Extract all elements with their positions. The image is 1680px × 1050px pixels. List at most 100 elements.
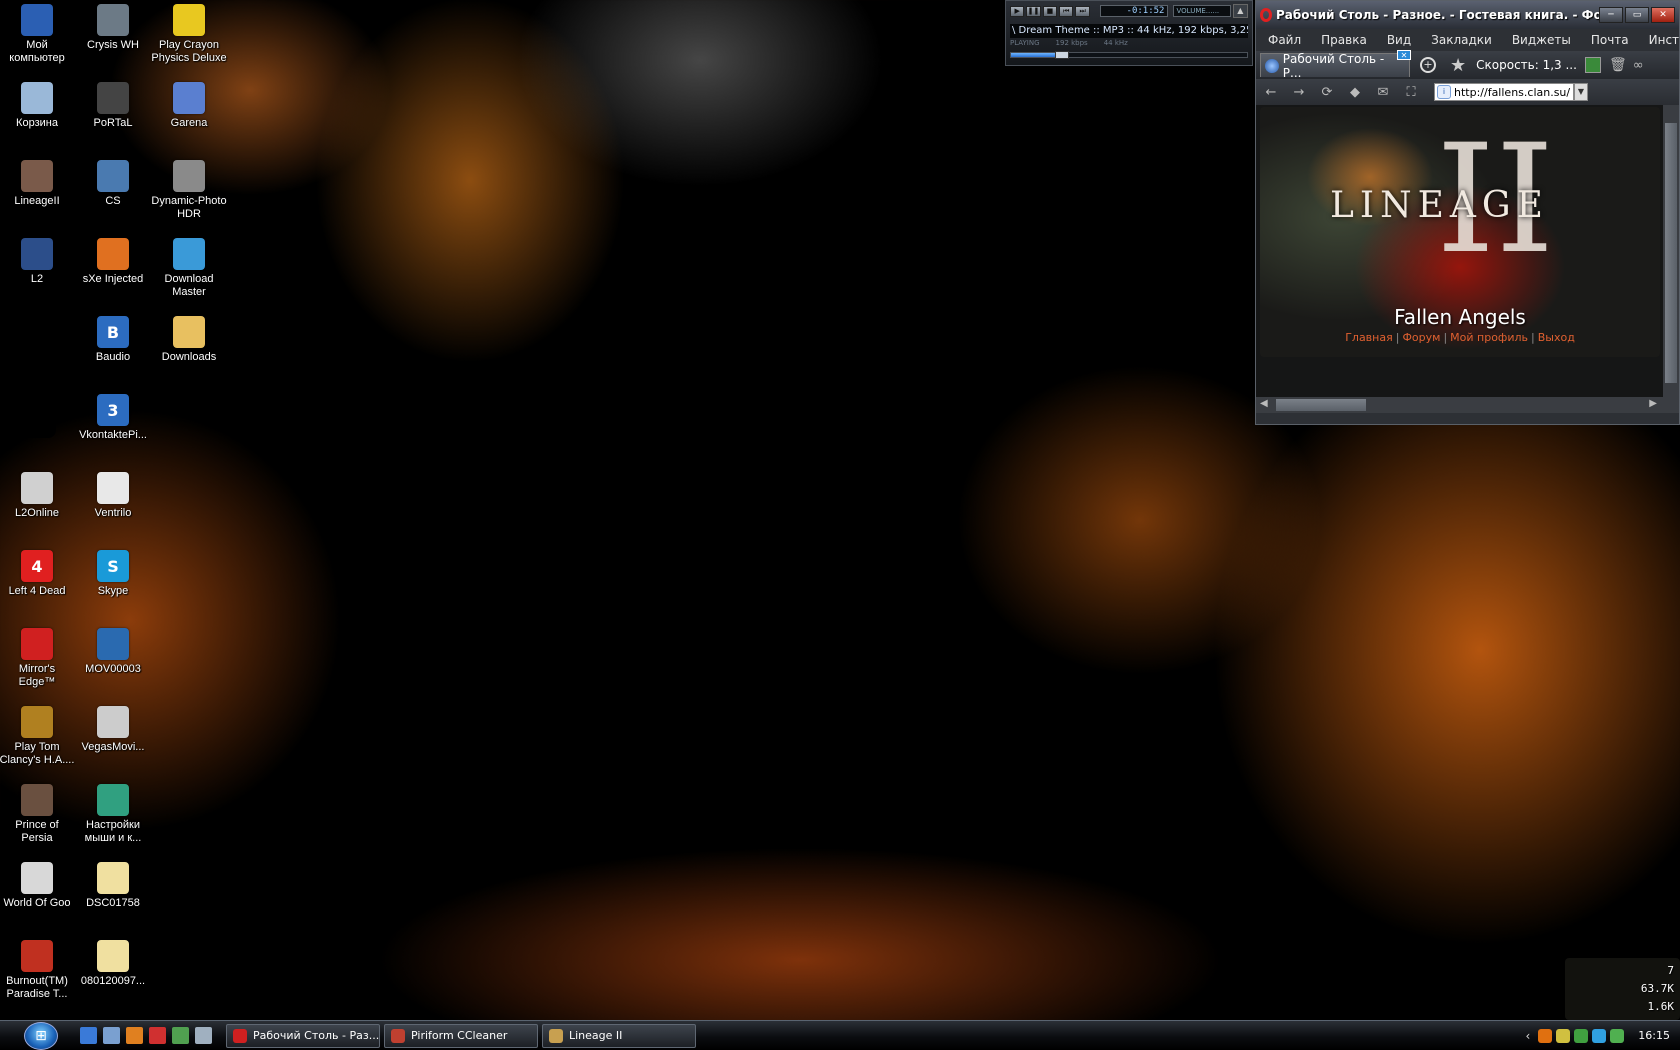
desktop-icon[interactable]: Play Crayon Physics Deluxe [151, 0, 227, 65]
quick-launch-icon[interactable] [172, 1027, 189, 1044]
speed-indicator[interactable]: Скорость: 1,3 ... [1476, 58, 1577, 72]
desktop-icon[interactable]: Garena [151, 78, 227, 130]
desktop-icon[interactable]: sXe Injected [75, 234, 151, 286]
browser-titlebar[interactable]: Рабочий Столь - Разное. - Гостевая книга… [1256, 1, 1679, 29]
maximize-button[interactable]: ▭ [1625, 7, 1649, 23]
desktop-icon[interactable]: L2Online [0, 468, 75, 520]
desktop-icon[interactable]: Play Tom Clancy's H.A.... [0, 702, 75, 767]
menu-view[interactable]: Вид [1377, 33, 1421, 47]
minimize-button[interactable]: ─ [1599, 7, 1623, 23]
media-player[interactable]: ▶ ❚❚ ■ ⏮ ⏭ -0:1:52 VOLUME...... ▲ \ Drea… [1005, 0, 1253, 66]
scroll-right-icon[interactable]: ▶ [1649, 398, 1657, 409]
quick-launch-icon[interactable] [103, 1027, 120, 1044]
address-bar[interactable]: i http://fallens.clan.su/ [1434, 83, 1574, 101]
vertical-scroll-thumb[interactable] [1665, 123, 1677, 383]
start-button[interactable]: ⊞ [24, 1021, 58, 1050]
tray-expand-icon[interactable]: ‹ [1525, 1029, 1530, 1043]
tab-close-icon[interactable]: ✕ [1397, 50, 1411, 60]
tab-active[interactable]: Рабочий Столь - Р... ✕ [1260, 50, 1411, 80]
security-shield-icon[interactable]: i [1437, 85, 1451, 99]
quick-launch-icon[interactable] [149, 1027, 166, 1044]
clock[interactable]: 16:15 [1638, 1029, 1670, 1042]
tray-icon[interactable] [1538, 1028, 1553, 1043]
desktop-icon[interactable]: Ventrilo [75, 468, 151, 520]
mail-icon[interactable]: ✉ [1374, 85, 1392, 100]
next-icon[interactable]: ⏭ [1075, 5, 1090, 17]
reload-icon[interactable]: ⟳ [1318, 85, 1336, 100]
stop-icon[interactable]: ■ [1042, 5, 1058, 17]
desktop-icon[interactable]: MOV00003 [75, 624, 151, 676]
desktop-icon[interactable]: DSC01758 [75, 858, 151, 910]
forward-icon[interactable]: → [1290, 85, 1308, 100]
desktop-icon[interactable]: Prince of Persia [0, 780, 75, 845]
menu-edit[interactable]: Правка [1311, 33, 1377, 47]
desktop-icon[interactable]: Crysis WH [75, 0, 151, 52]
jpg-file-icon [97, 940, 129, 972]
menu-file[interactable]: Файл [1258, 33, 1311, 47]
menu-mail[interactable]: Почта [1581, 33, 1639, 47]
pause-icon[interactable]: ❚❚ [1026, 5, 1041, 17]
menu-tools[interactable]: Инструменты [1639, 33, 1680, 47]
quick-launch-icon[interactable] [126, 1027, 143, 1044]
browser-window[interactable]: Рабочий Столь - Разное. - Гостевая книга… [1255, 0, 1680, 425]
taskbar-button-lineage[interactable]: Lineage II [542, 1023, 696, 1048]
desktop-icon-label: MOV00003 [85, 663, 141, 675]
nav-link-forum[interactable]: Форум [1402, 331, 1440, 344]
horizontal-scrollbar[interactable]: ◀ ▶ [1256, 397, 1679, 413]
glasses-icon[interactable]: ∞ [1633, 58, 1644, 73]
desktop-icon[interactable]: VegasMovi... [75, 702, 151, 754]
volume-slider[interactable]: VOLUME...... [1173, 5, 1231, 17]
scroll-left-icon[interactable]: ◀ [1260, 398, 1268, 409]
desktop-icon[interactable]: Mirror's Edge™ [0, 624, 75, 689]
nav-link-logout[interactable]: Выход [1538, 331, 1575, 344]
desktop-icon[interactable]: Мой компьютер [0, 0, 75, 65]
tray-icon[interactable] [1592, 1028, 1607, 1043]
desktop-icon[interactable]: B Baudio [75, 312, 151, 364]
quick-launch-icon[interactable] [195, 1027, 212, 1044]
seek-knob[interactable] [1054, 51, 1069, 59]
nav-link-profile[interactable]: Мой профиль [1450, 331, 1528, 344]
desktop-icon[interactable]: Корзина [0, 78, 75, 130]
horizontal-scroll-thumb[interactable] [1276, 399, 1366, 411]
home-icon[interactable]: ◆ [1346, 85, 1364, 100]
desktop-icon[interactable]: World Of Goo [0, 858, 75, 910]
trash-icon[interactable]: 🗑 [1609, 57, 1627, 73]
vertical-scrollbar[interactable] [1663, 105, 1679, 397]
tray-icon[interactable] [1556, 1028, 1571, 1043]
fullscreen-icon[interactable]: ⛶ [1402, 85, 1420, 100]
player-close-icon[interactable]: ▲ [1232, 4, 1249, 18]
new-tab-icon[interactable]: + [1420, 57, 1436, 73]
taskbar-button-browser[interactable]: Рабочий Столь - Раз... [226, 1023, 380, 1048]
network-monitor-gadget[interactable]: 7 63.7K 1.6K [1565, 958, 1680, 1020]
desktop-icon-label: CS [105, 195, 121, 207]
menu-bookmarks[interactable]: Закладки [1421, 33, 1502, 47]
address-dropdown-icon[interactable]: ▼ [1574, 83, 1588, 101]
taskbar-button-ccleaner[interactable]: Piriform CCleaner [384, 1023, 538, 1048]
desktop-icon-area: Мой компьютер Crysis WH Play Crayon Physic… [0, 0, 240, 1010]
back-icon[interactable]: ← [1262, 85, 1280, 100]
desktop-icon[interactable]: PoRTaL [75, 78, 151, 130]
desktop-icon[interactable]: 080120097... [75, 936, 151, 988]
tray-icon[interactable] [1610, 1028, 1625, 1043]
desktop-icon[interactable]: CS [75, 156, 151, 208]
tray-icon[interactable] [1574, 1028, 1589, 1043]
desktop-icon[interactable]: Burnout(TM) Paradise T... [0, 936, 75, 1001]
previous-icon[interactable]: ⏮ [1059, 5, 1074, 17]
nav-link-home[interactable]: Главная [1345, 331, 1393, 344]
close-button[interactable]: ✕ [1651, 7, 1675, 23]
desktop-icon[interactable]: 3 VkontaktePi... [75, 390, 151, 442]
desktop-icon[interactable]: Download Master [151, 234, 227, 299]
play-icon[interactable]: ▶ [1010, 5, 1025, 17]
desktop-icon[interactable]: LineageII [0, 156, 75, 208]
turbo-icon[interactable] [1584, 57, 1601, 73]
desktop-icon[interactable]: 4 Left 4 Dead [0, 546, 75, 598]
quick-launch-icon[interactable] [80, 1027, 97, 1044]
desktop-icon[interactable]: Настройки мыши и к... [75, 780, 151, 845]
desktop-icon[interactable]: S Skype [75, 546, 151, 598]
desktop-icon[interactable]: Downloads [151, 312, 227, 364]
seek-bar[interactable] [1010, 51, 1248, 59]
desktop-icon[interactable]: Dynamic-Photo HDR [151, 156, 227, 221]
bookmark-star-icon[interactable]: ★ [1450, 55, 1466, 76]
menu-widgets[interactable]: Виджеты [1502, 33, 1581, 47]
desktop-icon[interactable]: L2 [0, 234, 75, 286]
